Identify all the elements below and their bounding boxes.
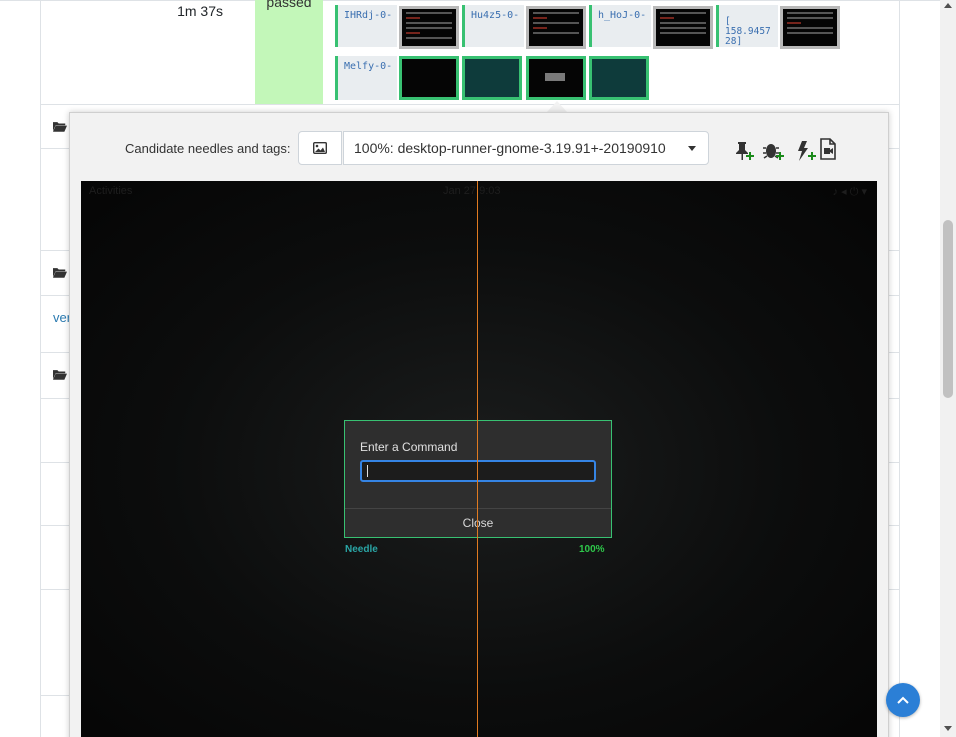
candidate-needle-selected: 100%: desktop-runner-gnome-3.19.91+-2019… bbox=[354, 140, 666, 156]
step-label-h-hoj[interactable]: h_HoJ-0- bbox=[589, 5, 651, 47]
step-thumbnail-melfy-3[interactable] bbox=[526, 56, 586, 100]
top-border bbox=[0, 0, 940, 1]
candidate-needles-label: Candidate needles and tags: bbox=[125, 141, 291, 156]
step-thumbnail-hu4z5[interactable] bbox=[526, 6, 586, 49]
step-thumbnail-melfy-4[interactable] bbox=[589, 56, 649, 100]
needle-preview-panel: Candidate needles and tags: 100%: deskto… bbox=[69, 112, 889, 737]
folder-open-icon[interactable] bbox=[53, 267, 67, 278]
step-label-timestamp[interactable]: [ 158.9457 28] bbox=[716, 5, 778, 47]
step-thumbnail-ihrdj[interactable] bbox=[399, 6, 459, 49]
row-divider bbox=[40, 104, 900, 105]
test-results-page: 1m 37s passed IHRdj-0- Hu4z5-0- h_HoJ-0-… bbox=[0, 0, 940, 737]
step-duration: 1m 37s bbox=[177, 3, 223, 19]
folder-open-icon[interactable] bbox=[53, 369, 67, 380]
dialog-close-button[interactable]: Close bbox=[345, 516, 611, 530]
overlay-pointer bbox=[547, 101, 567, 112]
mark-fail-icon[interactable] bbox=[793, 139, 817, 163]
command-input[interactable] bbox=[360, 460, 596, 482]
step-label-ihrdj[interactable]: IHRdj-0- bbox=[335, 5, 397, 47]
folder-open-icon[interactable] bbox=[53, 121, 67, 132]
image-toggle-button[interactable] bbox=[298, 131, 342, 165]
text-cursor bbox=[367, 465, 368, 477]
system-tray-icons: ♪ ◂ ⏻ ▾ bbox=[832, 186, 867, 198]
step-thumbnail-h-hoj[interactable] bbox=[653, 6, 713, 49]
activities-label: Activities bbox=[89, 185, 133, 197]
step-label-hu4z5[interactable]: Hu4z5-0- bbox=[462, 5, 524, 47]
step-thumbnail-melfy-2[interactable] bbox=[462, 56, 522, 100]
back-to-top-button[interactable] bbox=[886, 683, 920, 717]
table-left-border bbox=[40, 0, 41, 737]
dialog-divider bbox=[345, 508, 611, 509]
comparison-divider[interactable] bbox=[477, 181, 478, 737]
table-right-border bbox=[899, 0, 900, 737]
candidate-needle-dropdown[interactable]: 100%: desktop-runner-gnome-3.19.91+-2019… bbox=[343, 131, 709, 165]
scrollbar-thumb[interactable] bbox=[943, 220, 953, 398]
needle-match-percent: 100% bbox=[579, 544, 605, 555]
show-source-icon[interactable] bbox=[816, 137, 840, 161]
step-label-melfy[interactable]: Melfy-0- bbox=[335, 56, 397, 100]
image-icon bbox=[313, 142, 327, 154]
step-thumbnail-melfy-1[interactable] bbox=[399, 56, 459, 100]
chevron-down-icon bbox=[688, 146, 696, 151]
report-bug-icon[interactable] bbox=[761, 139, 785, 163]
needle-match-label: Needle bbox=[345, 544, 378, 555]
run-command-dialog: Enter a Command Close bbox=[344, 420, 612, 538]
chevron-up-icon bbox=[897, 696, 909, 704]
clock-label: Jan 27 9:03 bbox=[443, 185, 501, 197]
dialog-title: Enter a Command bbox=[360, 440, 458, 454]
needle-screenshot[interactable]: Activities Jan 27 9:03 ♪ ◂ ⏻ ▾ Enter a C… bbox=[81, 181, 877, 737]
scroll-up-arrow-icon[interactable] bbox=[944, 3, 952, 8]
scroll-down-arrow-icon[interactable] bbox=[944, 726, 952, 731]
step-thumbnail-timestamp[interactable] bbox=[780, 6, 840, 49]
result-cell-passed: passed bbox=[255, 0, 323, 104]
result-label: passed bbox=[266, 0, 312, 10]
create-new-needle-icon[interactable] bbox=[731, 139, 755, 163]
